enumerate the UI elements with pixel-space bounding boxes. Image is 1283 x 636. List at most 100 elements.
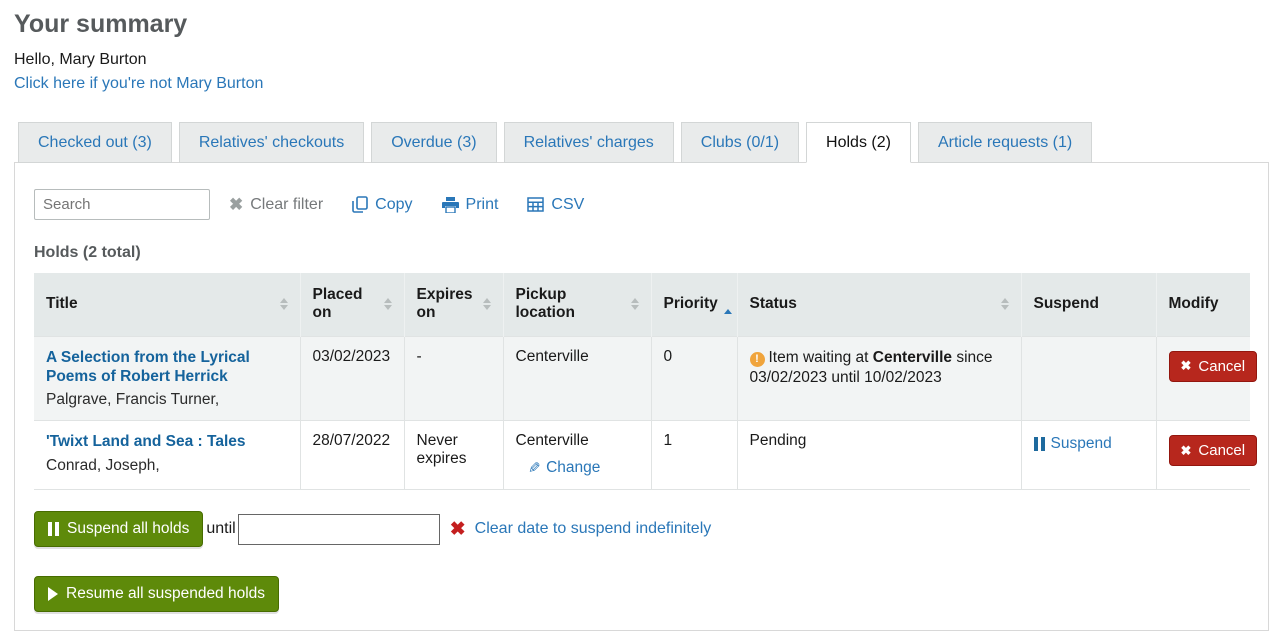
- pickup-location-text: Centerville: [516, 432, 589, 449]
- status-prefix: Item waiting at: [769, 349, 873, 366]
- greeting-text: Hello, Mary Burton: [14, 51, 1269, 69]
- warning-icon: !: [750, 352, 765, 367]
- tab-relatives-checkouts[interactable]: Relatives' checkouts: [179, 122, 364, 163]
- resume-all-controls: Resume all suspended holds: [34, 576, 1249, 612]
- column-header-status[interactable]: Status: [737, 273, 1021, 336]
- column-header-priority[interactable]: Priority: [651, 273, 737, 336]
- suspend-until-date-input[interactable]: [238, 514, 440, 545]
- change-pickup-link[interactable]: ✎ Change: [528, 459, 601, 477]
- clear-date-link[interactable]: Clear date to suspend indefinitely: [475, 520, 712, 538]
- patron-summary-page: Your summary Hello, Mary Burton Click he…: [0, 0, 1283, 631]
- cancel-hold-button[interactable]: ✖ Cancel: [1169, 351, 1258, 382]
- pencil-icon: ✎: [528, 459, 541, 477]
- clear-filter-button[interactable]: ✖ Clear filter: [229, 195, 323, 215]
- cancel-label: Cancel: [1198, 442, 1245, 459]
- cancel-label: Cancel: [1198, 358, 1245, 375]
- csv-button[interactable]: CSV: [527, 196, 584, 214]
- sort-icon: [384, 298, 392, 310]
- holds-table: Title Placed on Expires on: [34, 273, 1250, 490]
- holds-tab-panel: ✖ Clear filter Copy: [14, 162, 1269, 631]
- page-title: Your summary: [14, 10, 1269, 39]
- search-input[interactable]: [34, 189, 210, 220]
- status-location: Centerville: [873, 349, 952, 366]
- sort-icon: [483, 298, 491, 310]
- column-label: Modify: [1169, 295, 1219, 312]
- sort-icon: [631, 298, 639, 310]
- column-header-suspend: Suspend: [1021, 273, 1156, 336]
- resume-all-label: Resume all suspended holds: [66, 585, 265, 603]
- suspend-all-controls: Suspend all holds until ✖ Clear date to …: [34, 511, 1249, 547]
- column-header-title[interactable]: Title: [34, 273, 300, 336]
- column-label: Suspend: [1034, 295, 1099, 312]
- expires-on-cell: -: [404, 336, 503, 421]
- title-link[interactable]: A Selection from the Lyrical Poems of Ro…: [46, 348, 288, 387]
- pickup-location-cell: Centerville: [503, 336, 651, 421]
- tab-holds[interactable]: Holds (2): [806, 122, 911, 163]
- pause-icon: [48, 522, 59, 536]
- suspend-label: Suspend: [1051, 435, 1112, 453]
- placed-on-cell: 03/02/2023: [300, 336, 404, 421]
- title-link[interactable]: 'Twixt Land and Sea : Tales: [46, 432, 288, 451]
- copy-label: Copy: [375, 196, 412, 214]
- copy-icon: [352, 196, 368, 213]
- tab-relatives-charges[interactable]: Relatives' charges: [504, 122, 674, 163]
- hold-row: 'Twixt Land and Sea : Tales Conrad, Jose…: [34, 421, 1250, 490]
- print-icon: [442, 197, 459, 213]
- status-cell: !Item waiting at Centerville since 03/02…: [737, 336, 1021, 421]
- column-header-placed-on[interactable]: Placed on: [300, 273, 404, 336]
- suspend-all-label: Suspend all holds: [67, 520, 189, 538]
- modify-cell: ✖ Cancel: [1156, 336, 1250, 421]
- column-label: Expires on: [417, 286, 477, 322]
- suspend-hold-link[interactable]: Suspend: [1034, 435, 1112, 453]
- tab-clubs[interactable]: Clubs (0/1): [681, 122, 799, 163]
- author-text: Conrad, Joseph,: [46, 457, 160, 474]
- print-button[interactable]: Print: [442, 196, 499, 214]
- sort-ascending-icon: [724, 309, 732, 314]
- until-label: until: [206, 520, 235, 538]
- priority-cell: 1: [651, 421, 737, 490]
- expires-on-cell: Never expires: [404, 421, 503, 490]
- play-icon: [48, 587, 58, 601]
- title-cell: A Selection from the Lyrical Poems of Ro…: [34, 336, 300, 421]
- cancel-x-icon: ✖: [1181, 443, 1192, 459]
- author-text: Palgrave, Francis Turner,: [46, 391, 219, 408]
- csv-table-icon: [527, 197, 544, 212]
- summary-tabs: Checked out (3) Relatives' checkouts Ove…: [14, 122, 1269, 163]
- pause-icon: [1034, 437, 1045, 451]
- sort-icon: [280, 298, 288, 310]
- table-toolbar: ✖ Clear filter Copy: [34, 189, 1249, 220]
- suspend-all-holds-button[interactable]: Suspend all holds: [34, 511, 203, 547]
- resume-all-suspended-holds-button[interactable]: Resume all suspended holds: [34, 576, 279, 612]
- column-header-modify: Modify: [1156, 273, 1250, 336]
- column-label: Title: [46, 295, 78, 313]
- column-header-pickup-location[interactable]: Pickup location: [503, 273, 651, 336]
- priority-cell: 0: [651, 336, 737, 421]
- column-header-expires-on[interactable]: Expires on: [404, 273, 503, 336]
- pickup-location-cell: Centerville ✎ Change: [503, 421, 651, 490]
- tab-article-requests[interactable]: Article requests (1): [918, 122, 1092, 163]
- clear-filter-label: Clear filter: [250, 196, 323, 214]
- column-label: Priority: [664, 295, 718, 313]
- sort-icon: [1001, 298, 1009, 310]
- placed-on-cell: 28/07/2022: [300, 421, 404, 490]
- modify-cell: ✖ Cancel: [1156, 421, 1250, 490]
- change-label: Change: [546, 459, 600, 477]
- suspend-cell: Suspend: [1021, 421, 1156, 490]
- tab-checked-out[interactable]: Checked out (3): [18, 122, 172, 163]
- column-label: Placed on: [313, 286, 378, 322]
- cancel-x-icon: ✖: [1181, 358, 1192, 374]
- print-label: Print: [466, 196, 499, 214]
- hold-row: A Selection from the Lyrical Poems of Ro…: [34, 336, 1250, 421]
- copy-button[interactable]: Copy: [352, 196, 412, 214]
- not-you-link[interactable]: Click here if you're not Mary Burton: [14, 75, 263, 93]
- cancel-hold-button[interactable]: ✖ Cancel: [1169, 435, 1258, 466]
- status-cell: Pending: [737, 421, 1021, 490]
- clear-filter-x-icon: ✖: [229, 195, 243, 215]
- suspend-cell: [1021, 336, 1156, 421]
- clear-date-x-icon[interactable]: ✖: [450, 518, 466, 541]
- column-label: Pickup location: [516, 286, 625, 322]
- title-cell: 'Twixt Land and Sea : Tales Conrad, Jose…: [34, 421, 300, 490]
- holds-count-caption: Holds (2 total): [34, 244, 1249, 262]
- tab-overdue[interactable]: Overdue (3): [371, 122, 496, 163]
- table-header-row: Title Placed on Expires on: [34, 273, 1250, 336]
